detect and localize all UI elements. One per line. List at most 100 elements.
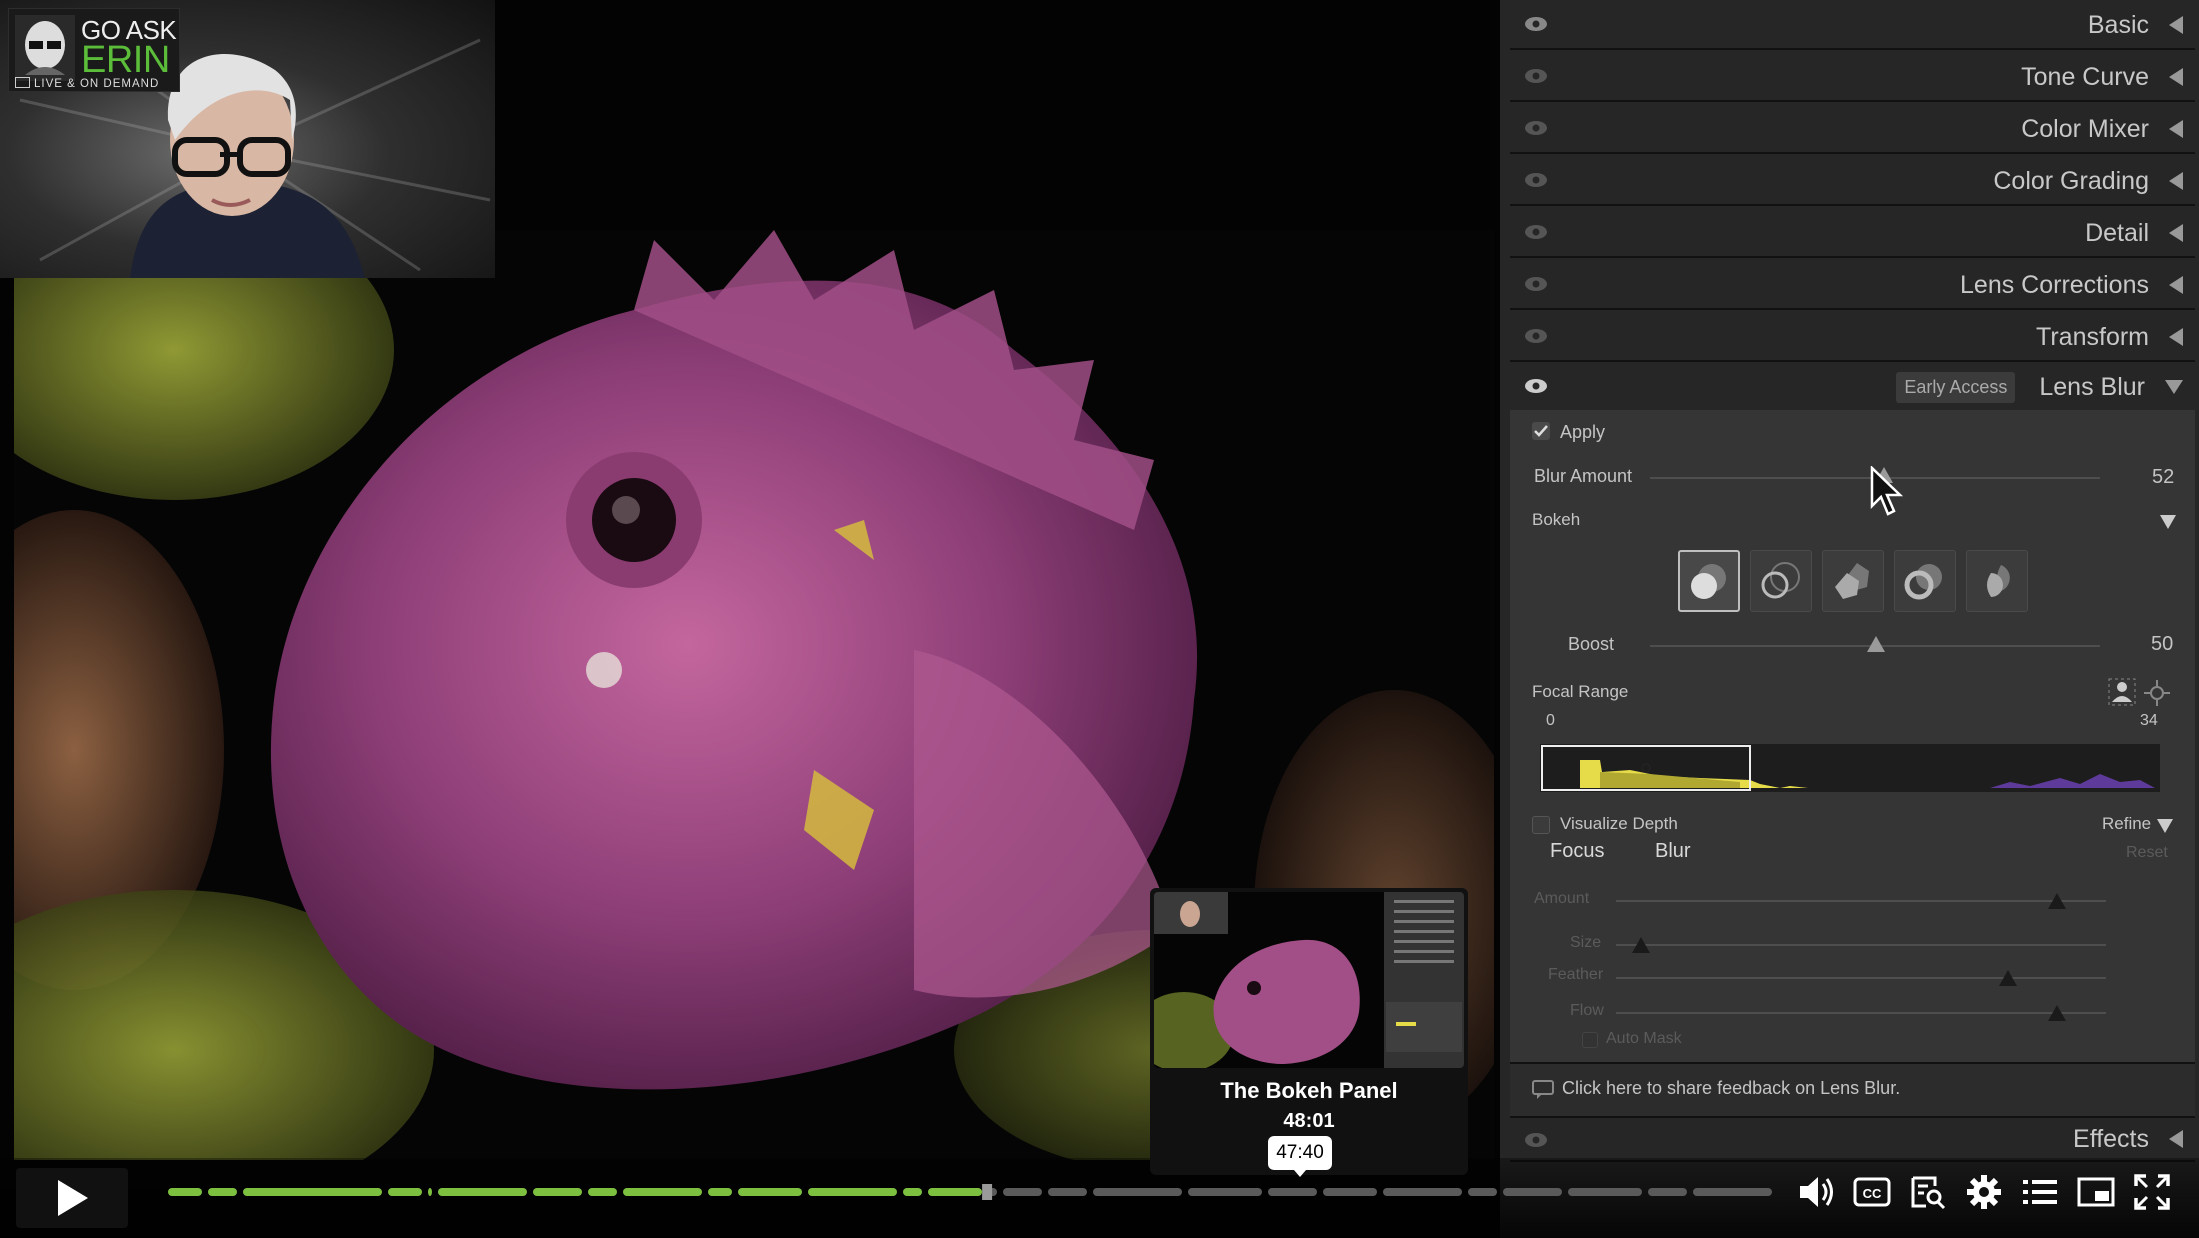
point-select-icon[interactable] bbox=[2144, 680, 2170, 706]
section-title: Basic bbox=[2087, 10, 2149, 39]
chapter-segment-unplayed[interactable] bbox=[1503, 1188, 1562, 1196]
chapter-segment-played[interactable] bbox=[533, 1188, 582, 1196]
chapter-segment-played[interactable] bbox=[588, 1188, 617, 1196]
chapter-segment-played[interactable] bbox=[623, 1188, 702, 1196]
section-detail[interactable]: Detail bbox=[1510, 210, 2195, 258]
section-color-grading[interactable]: Color Grading bbox=[1510, 158, 2195, 206]
picture-in-picture-icon[interactable] bbox=[2076, 1172, 2116, 1212]
refine-label[interactable]: Refine bbox=[2102, 814, 2151, 834]
chapter-segment-unplayed[interactable] bbox=[1383, 1188, 1462, 1196]
chapter-segment-played[interactable] bbox=[168, 1188, 202, 1196]
section-lens-corrections[interactable]: Lens Corrections bbox=[1510, 262, 2195, 310]
refine-size-slider[interactable] bbox=[1616, 944, 2106, 946]
refine-amount-thumb[interactable] bbox=[2048, 893, 2066, 909]
logo-tagline: LIVE & ON DEMAND bbox=[15, 77, 159, 90]
bokeh-5-blade-button[interactable] bbox=[1822, 550, 1884, 612]
chapter-segment-played[interactable] bbox=[388, 1188, 422, 1196]
refine-amount-slider[interactable] bbox=[1616, 900, 2106, 902]
chapter-segment-unplayed[interactable] bbox=[1048, 1188, 1087, 1196]
section-color-mixer[interactable]: Color Mixer bbox=[1510, 106, 2195, 154]
chapter-segment-played[interactable] bbox=[428, 1188, 432, 1196]
refine-flow-slider[interactable] bbox=[1616, 1012, 2106, 1014]
refine-dropdown-icon[interactable] bbox=[2157, 819, 2173, 833]
subject-select-icon[interactable] bbox=[2108, 678, 2136, 706]
visualize-depth-checkbox[interactable] bbox=[1532, 816, 1550, 834]
bokeh-cat-eye-button[interactable] bbox=[1966, 550, 2028, 612]
blur-tab[interactable]: Blur bbox=[1655, 840, 1691, 863]
chapter-segment-played[interactable] bbox=[243, 1188, 382, 1196]
feedback-text[interactable]: Click here to share feedback on Lens Blu… bbox=[1562, 1078, 1900, 1099]
chapter-segment-unplayed[interactable] bbox=[1468, 1188, 1497, 1196]
eye-icon[interactable] bbox=[1524, 68, 1548, 84]
section-transform[interactable]: Transform bbox=[1510, 314, 2195, 362]
reset-button[interactable]: Reset bbox=[2126, 844, 2168, 862]
eye-icon[interactable] bbox=[1524, 1132, 1548, 1148]
closed-captions-icon[interactable]: CC bbox=[1852, 1172, 1892, 1212]
boost-thumb[interactable] bbox=[1867, 636, 1885, 652]
section-lens-blur-header[interactable]: Early Access Lens Blur bbox=[1510, 364, 2195, 412]
checkmark-icon bbox=[1534, 425, 1548, 437]
section-title: Tone Curve bbox=[2021, 62, 2149, 91]
chapter-segment-unplayed[interactable] bbox=[1268, 1188, 1317, 1196]
bokeh-bubble-button[interactable] bbox=[1750, 550, 1812, 612]
chapter-segment-unplayed[interactable] bbox=[1568, 1188, 1642, 1196]
logo-face-icon bbox=[15, 15, 75, 81]
bokeh-bubble-icon bbox=[1761, 562, 1800, 599]
fullscreen-icon[interactable] bbox=[2132, 1172, 2172, 1212]
boost-value[interactable]: 50 bbox=[2151, 633, 2173, 656]
feedback-link[interactable]: Click here to share feedback on Lens Blu… bbox=[1510, 1064, 2195, 1118]
chapter-segment-played[interactable] bbox=[208, 1188, 237, 1196]
chapter-segment-played[interactable] bbox=[438, 1188, 527, 1196]
collapse-triangle-icon bbox=[2169, 68, 2183, 86]
section-tone-curve[interactable]: Tone Curve bbox=[1510, 54, 2195, 102]
refine-size-thumb[interactable] bbox=[1631, 937, 1650, 953]
bokeh-circle-button[interactable] bbox=[1678, 550, 1740, 612]
volume-icon[interactable] bbox=[1796, 1172, 1836, 1212]
section-effects[interactable]: Effects bbox=[1510, 1118, 2195, 1162]
refine-feather-slider[interactable] bbox=[1616, 977, 2106, 979]
chapters-list-icon[interactable] bbox=[2020, 1172, 2060, 1212]
focus-tab[interactable]: Focus bbox=[1550, 840, 1604, 863]
auto-mask-label: Auto Mask bbox=[1606, 1030, 1682, 1047]
bokeh-dropdown-icon[interactable] bbox=[2160, 515, 2176, 529]
collapse-triangle-icon bbox=[2169, 224, 2183, 242]
chapter-segment-played[interactable] bbox=[808, 1188, 897, 1196]
blur-amount-value[interactable]: 52 bbox=[2152, 466, 2174, 489]
visualize-depth-label: Visualize Depth bbox=[1560, 814, 1678, 833]
play-button[interactable] bbox=[16, 1168, 128, 1228]
chapter-segment-unplayed[interactable] bbox=[1093, 1188, 1182, 1196]
chapter-segment-unplayed[interactable] bbox=[1693, 1188, 1772, 1196]
apply-checkbox[interactable] bbox=[1532, 422, 1550, 440]
refine-amount-label: Amount bbox=[1534, 890, 1590, 907]
auto-mask-checkbox[interactable] bbox=[1582, 1032, 1598, 1048]
eye-icon[interactable] bbox=[1524, 224, 1548, 240]
eye-icon[interactable] bbox=[1524, 16, 1548, 32]
progress-bar[interactable] bbox=[165, 1184, 1775, 1200]
chapter-segment-unplayed[interactable] bbox=[1188, 1188, 1262, 1196]
logo-tagline-text: LIVE & ON DEMAND bbox=[34, 78, 160, 90]
chapter-segment-played[interactable] bbox=[928, 1188, 982, 1196]
collapse-triangle-icon bbox=[2169, 1130, 2183, 1148]
settings-gear-icon[interactable] bbox=[1964, 1172, 2004, 1212]
eye-icon[interactable] bbox=[1524, 378, 1548, 394]
chapter-segment-unplayed[interactable] bbox=[1648, 1188, 1687, 1196]
bokeh-ring-button[interactable] bbox=[1894, 550, 1956, 612]
chapter-segment-played[interactable] bbox=[708, 1188, 732, 1196]
section-title: Effects bbox=[2073, 1124, 2149, 1153]
chapter-segment-played[interactable] bbox=[903, 1188, 922, 1196]
transcript-search-icon[interactable] bbox=[1908, 1172, 1948, 1212]
eye-icon[interactable] bbox=[1524, 120, 1548, 136]
chapter-segment-played[interactable] bbox=[738, 1188, 802, 1196]
depth-histogram[interactable] bbox=[1540, 744, 2160, 792]
eye-icon[interactable] bbox=[1524, 172, 1548, 188]
chapter-segment-unplayed[interactable] bbox=[1323, 1188, 1377, 1196]
playhead[interactable] bbox=[982, 1184, 993, 1200]
section-basic[interactable]: Basic bbox=[1510, 2, 2195, 50]
refine-flow-thumb[interactable] bbox=[2048, 1005, 2066, 1021]
chapter-segment-unplayed[interactable] bbox=[1003, 1188, 1042, 1196]
section-title: Color Grading bbox=[1993, 166, 2149, 195]
eye-icon[interactable] bbox=[1524, 276, 1548, 292]
section-title: Transform bbox=[2036, 322, 2149, 351]
eye-icon[interactable] bbox=[1524, 328, 1548, 344]
refine-feather-thumb[interactable] bbox=[1999, 970, 2017, 986]
